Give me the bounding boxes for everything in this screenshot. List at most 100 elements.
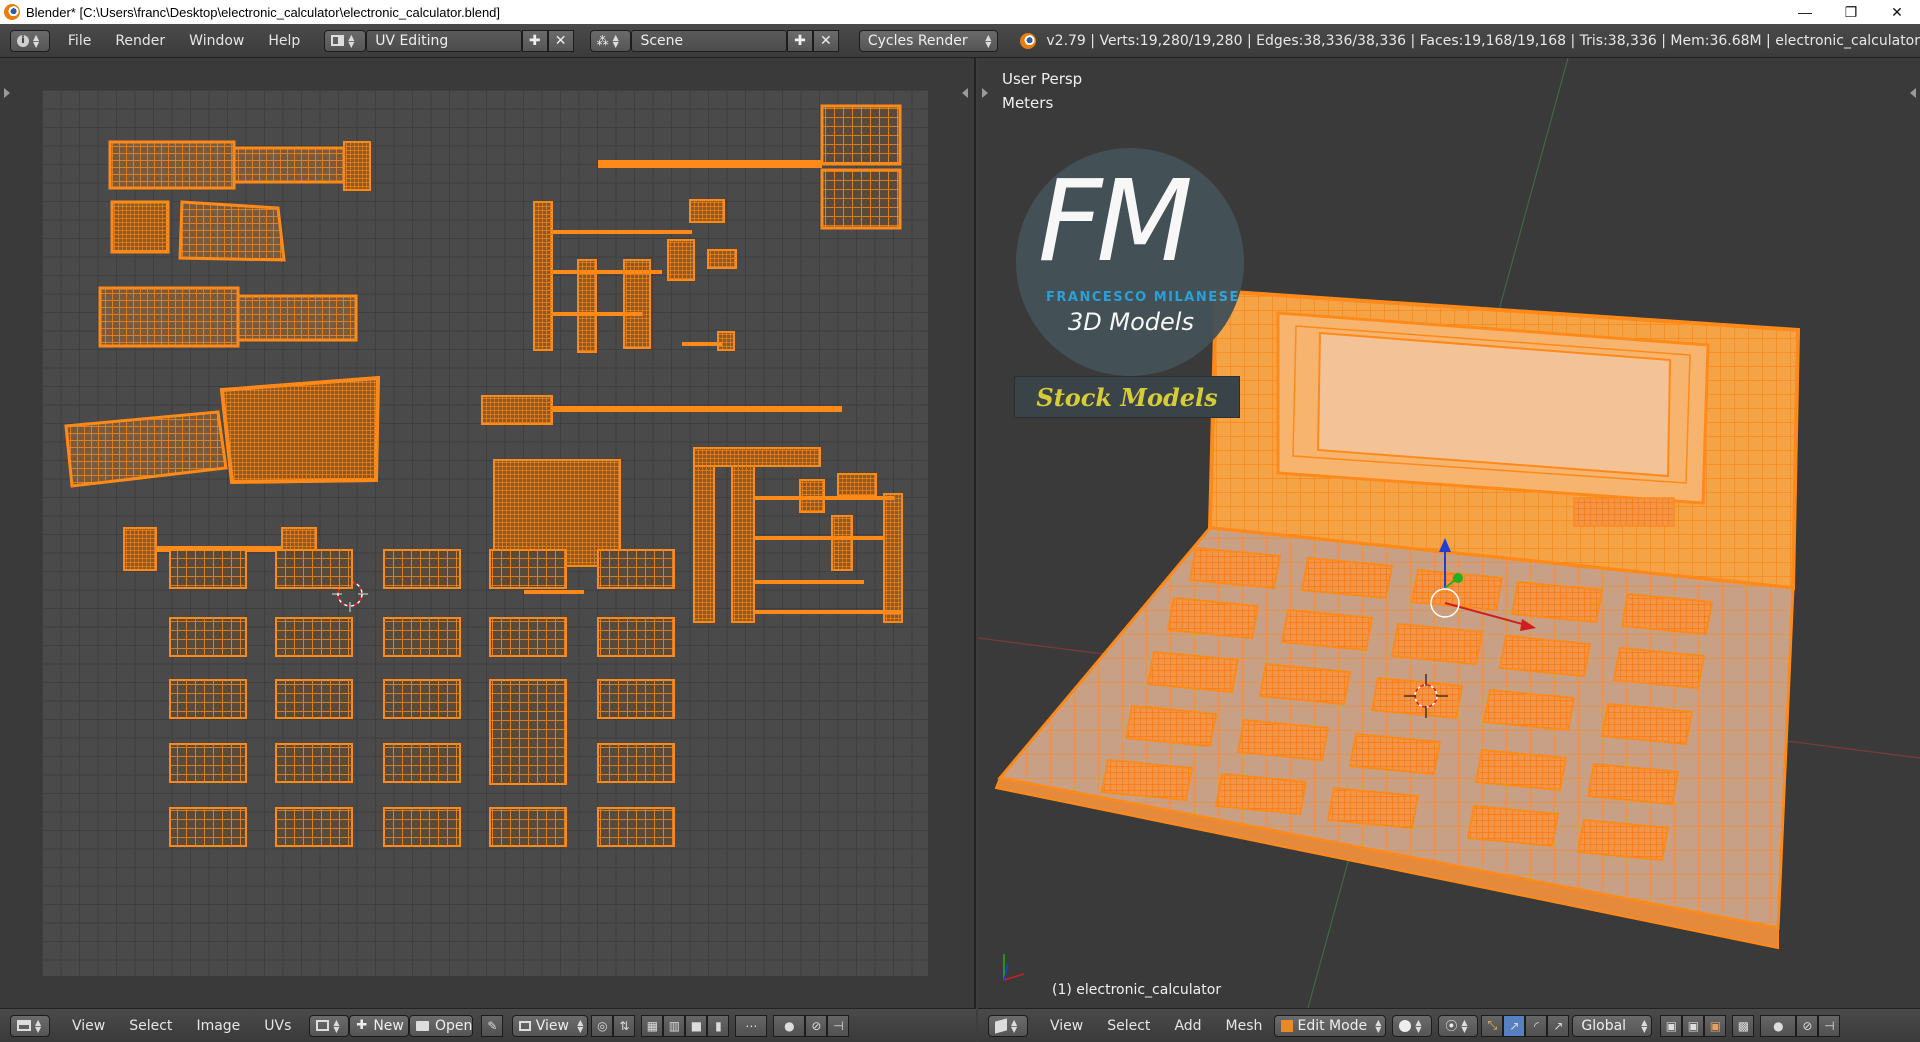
occlude-geometry-button[interactable]: ▩ (1732, 1014, 1755, 1037)
v3d-menu-view[interactable]: View (1038, 1018, 1095, 1034)
new-image-button[interactable]: ✚ New (349, 1014, 410, 1037)
mode-dropdown[interactable]: Edit Mode ▲ ▼ (1274, 1014, 1387, 1037)
uv-key-islands (169, 549, 675, 847)
select-vertex-button[interactable]: ▦ (641, 1014, 664, 1037)
snap-target-icon: ⊣ (1824, 1018, 1835, 1033)
rotate-manipulator-button[interactable]: ◜ (1525, 1014, 1548, 1037)
scale-manipulator-button[interactable]: ↗ (1547, 1014, 1570, 1037)
image-browse-button[interactable]: ▲ ▼ (309, 1014, 350, 1037)
dropdown-arrows-icon: ▲ ▼ (35, 1017, 42, 1034)
uv-key-island (597, 679, 675, 719)
region-expand-left-icon[interactable] (4, 88, 10, 98)
info-header: i ▲ ▼ File Render Window Help ▲ ▼ UV Editi… (0, 24, 1920, 58)
pivot-icon: ⦿ (1445, 1019, 1458, 1033)
proportional-edit-button[interactable]: ● (1760, 1014, 1797, 1037)
pin-button[interactable]: ✎ (481, 1014, 504, 1037)
restore-button[interactable]: ❐ (1828, 0, 1874, 24)
add-screen-button[interactable]: ✚ (521, 29, 548, 52)
uv-image-editor[interactable] (0, 58, 976, 1008)
dropdown-arrows-icon: ▲ ▼ (348, 32, 355, 49)
menu-file[interactable]: File (56, 33, 103, 49)
open-image-button[interactable]: Open (409, 1014, 474, 1037)
pivot-icon: ◎ (597, 1018, 608, 1033)
view-icon (519, 1020, 532, 1031)
scene-browse-button[interactable]: ⁂ ▲ ▼ (589, 29, 632, 52)
calculator-key (1510, 580, 1604, 624)
menu-render[interactable]: Render (103, 33, 177, 49)
screen-layout-browse-button[interactable]: ▲ ▼ (324, 29, 367, 52)
uv-menu-select[interactable]: Select (117, 1018, 184, 1034)
add-scene-button[interactable]: ✚ (786, 29, 813, 52)
select-edge-button[interactable]: ▥ (663, 1014, 686, 1037)
uv-canvas[interactable] (42, 90, 928, 976)
uv-editor-header: ▲ ▼ View Select Image UVs ▲ ▼ ✚ New Open ✎… (0, 1008, 976, 1042)
remove-icon: ✕ (554, 32, 567, 49)
scene-field[interactable]: Scene (631, 29, 787, 52)
snap-button[interactable]: ⊘ (1796, 1014, 1819, 1037)
orientation-label: Global (1581, 1017, 1627, 1034)
occlude-icon: ▩ (1737, 1018, 1750, 1033)
manipulator-toggle-button[interactable]: ⤡ (1481, 1014, 1504, 1037)
uv-menu-uvs[interactable]: UVs (252, 1018, 303, 1034)
screen-layout-field[interactable]: UV Editing (366, 29, 522, 52)
pivot-point-dropdown[interactable]: ⦿ ▲ ▼ (1438, 1014, 1479, 1037)
viewport-shading-dropdown[interactable]: ▲ ▼ (1392, 1014, 1433, 1037)
v3d-menu-select[interactable]: Select (1095, 1018, 1162, 1034)
calculator-key (1482, 688, 1576, 732)
select-face-button[interactable]: ▣ (1704, 1014, 1727, 1037)
uv-island-group-mid-right (493, 447, 903, 623)
calculator-key (1498, 634, 1592, 678)
uv-menu-view[interactable]: View (60, 1018, 117, 1034)
menu-window[interactable]: Window (177, 33, 256, 49)
remove-scene-button[interactable]: ✕ (812, 29, 839, 52)
view3d-editor-type-button[interactable]: ▲ ▼ (988, 1014, 1028, 1037)
render-engine-dropdown[interactable]: Cycles Render ▲ ▼ (858, 29, 999, 52)
uv-island-group-mid-left (64, 375, 381, 571)
select-vertex-button[interactable]: ▣ (1660, 1014, 1683, 1037)
calculator-key (1348, 732, 1442, 776)
transform-orientation-dropdown[interactable]: Global ▲ ▼ (1572, 1014, 1653, 1037)
calculator-key (1586, 762, 1680, 806)
remove-icon: ✕ (820, 32, 832, 49)
vertex-mode-icon: ▣ (1665, 1018, 1678, 1033)
snap-icon: ⊘ (811, 1018, 822, 1033)
render-engine-label: Cycles Render (867, 32, 968, 49)
mode-label: Edit Mode (1297, 1017, 1368, 1034)
v3d-menu-add[interactable]: Add (1162, 1018, 1213, 1034)
sticky-mode-button[interactable]: ⋯ (735, 1014, 768, 1037)
info-editor-type-button[interactable]: i ▲ ▼ (10, 29, 50, 52)
minimize-button[interactable]: — (1782, 0, 1828, 24)
region-expand-right-icon[interactable] (962, 88, 968, 98)
translate-manipulator-button[interactable]: ↗ (1503, 1014, 1526, 1037)
v3d-menu-mesh[interactable]: Mesh (1214, 1018, 1275, 1034)
snap-target-button[interactable]: ⊣ (827, 1014, 850, 1037)
calculator-key (1124, 704, 1218, 748)
select-face-button[interactable]: ■ (685, 1014, 708, 1037)
remove-screen-button[interactable]: ✕ (547, 29, 574, 52)
add-icon: ✚ (356, 1018, 368, 1033)
select-edge-button[interactable]: ▣ (1682, 1014, 1705, 1037)
uv-key-island (489, 807, 567, 847)
mini-axis-icon (1003, 954, 1025, 981)
active-object-label: (1) electronic_calculator (1052, 982, 1222, 998)
uv-editor-type-button[interactable]: ▲ ▼ (10, 1014, 50, 1037)
3d-viewport[interactable]: User Persp Meters FM FRANCESCO MILANESE … (978, 58, 1920, 1008)
select-island-button[interactable]: ▮ (707, 1014, 730, 1037)
uv-key-island (169, 679, 247, 719)
proportional-icon: ● (784, 1018, 795, 1033)
open-image-label: Open (435, 1017, 473, 1034)
snap-target-icon: ⊣ (833, 1018, 844, 1033)
uv-key-island (489, 679, 567, 785)
snap-element-button[interactable]: ⊣ (1818, 1014, 1841, 1037)
pivot-button[interactable]: ◎ (591, 1014, 614, 1037)
proportional-edit-button[interactable]: ● (773, 1014, 806, 1037)
folder-icon (416, 1020, 430, 1031)
scene-name: Scene (640, 32, 684, 49)
edge-mode-icon: ▥ (668, 1018, 681, 1033)
menu-help[interactable]: Help (256, 33, 312, 49)
uv-menu-image[interactable]: Image (184, 1018, 252, 1034)
close-button[interactable]: ✕ (1874, 0, 1920, 24)
snap-button[interactable]: ⊘ (805, 1014, 828, 1037)
uv-view-mode-dropdown[interactable]: View ▲ ▼ (512, 1014, 589, 1037)
uv-sync-button[interactable]: ⇅ (613, 1014, 636, 1037)
